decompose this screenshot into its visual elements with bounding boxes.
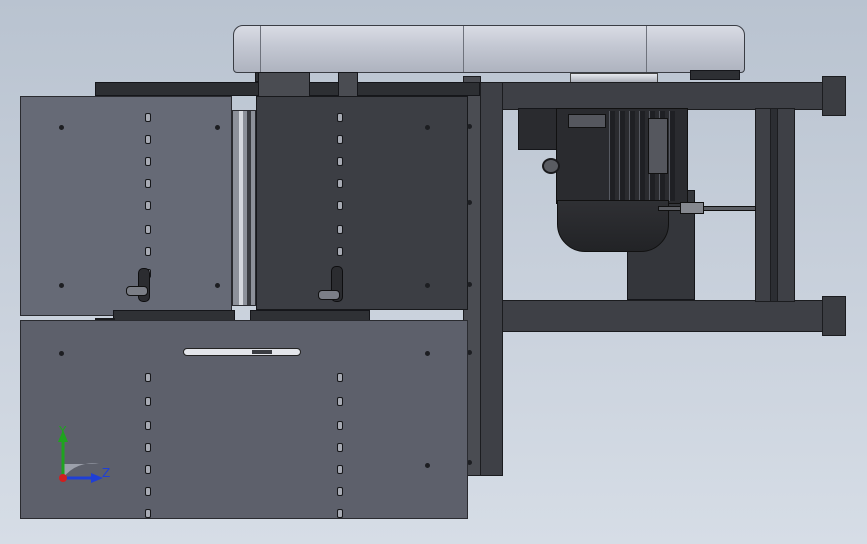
- frame-bolt-3: [467, 282, 472, 287]
- frame-vertical-post: [478, 82, 503, 476]
- frame-end-cap-bottom: [822, 296, 846, 336]
- belt-guard-seam-left: [260, 26, 261, 72]
- blade-slot: [183, 348, 301, 356]
- frame-end-cap-top: [822, 76, 846, 116]
- motor-terminal-box: [518, 108, 558, 150]
- frame-upright-inner: [770, 108, 778, 302]
- motor-clamp-upper: [568, 114, 606, 128]
- wing-nut-right[interactable]: [318, 290, 340, 300]
- triad-z-label: Z: [102, 466, 111, 480]
- belt-guard-seam-mid: [463, 26, 464, 72]
- tension-rod: [658, 206, 756, 211]
- triad-y-label: Y: [59, 424, 67, 438]
- belt-guard-bracket-right: [690, 70, 740, 80]
- frame-bolt-2: [467, 200, 472, 205]
- tension-nut: [680, 202, 704, 214]
- wing-nut-left[interactable]: [126, 286, 148, 296]
- frame-top-rail: [480, 82, 835, 110]
- clamp-handle-left[interactable]: [138, 268, 150, 302]
- frame-bolt-1: [467, 124, 472, 129]
- motor-lifting-eye: [542, 158, 560, 174]
- frame-bottom-rail: [480, 300, 835, 332]
- belt-guard-seam-right: [646, 26, 647, 72]
- motor-clamp-right: [648, 118, 668, 174]
- belt-guard: [233, 25, 745, 73]
- hinge-column: [232, 110, 256, 306]
- door-panel-upper-left: [20, 96, 232, 316]
- door-panel-upper-right: [256, 96, 468, 310]
- motor-end-cover: [557, 200, 669, 252]
